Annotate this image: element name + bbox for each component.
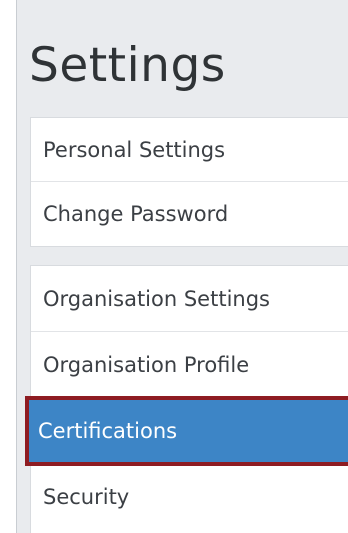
menu-item-personal-settings[interactable]: Personal Settings (31, 118, 348, 182)
organisation-settings-menu: Organisation Settings Organisation Profi… (25, 265, 348, 533)
menu-item-organisation-profile[interactable]: Organisation Profile (31, 332, 348, 398)
personal-settings-menu: Personal Settings Change Password (30, 117, 348, 247)
menu-item-organisation-settings[interactable]: Organisation Settings (31, 266, 348, 332)
settings-sidebar: Settings Personal Settings Change Passwo… (16, 0, 348, 533)
menu-item-change-password[interactable]: Change Password (31, 182, 348, 246)
menu-item-certifications[interactable]: Certifications (25, 396, 348, 466)
menu-item-security[interactable]: Security (31, 464, 348, 530)
page-title: Settings (29, 38, 226, 93)
